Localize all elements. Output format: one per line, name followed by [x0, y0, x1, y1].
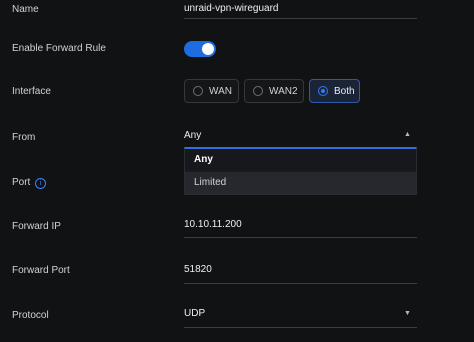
enable-forward-rule-label: Enable Forward Rule	[12, 43, 106, 54]
name-underline	[184, 18, 417, 19]
interface-option-both[interactable]: Both	[309, 79, 360, 103]
protocol-label: Protocol	[12, 310, 49, 321]
forward-port-underline	[184, 283, 417, 284]
info-icon[interactable]: i	[35, 178, 46, 189]
port-label: Port	[12, 177, 31, 188]
chevron-up-icon[interactable]: ▲	[404, 131, 411, 138]
interface-label: Interface	[12, 86, 51, 97]
interface-option-wan2[interactable]: WAN2	[244, 79, 304, 103]
interface-option-both-label: Both	[334, 85, 355, 97]
chevron-down-icon[interactable]: ▼	[404, 310, 411, 317]
forward-ip-underline	[184, 237, 417, 238]
name-label: Name	[12, 4, 39, 15]
from-label: From	[12, 132, 36, 143]
interface-option-wan[interactable]: WAN	[184, 79, 239, 103]
dropdown-option-limited[interactable]: Limited	[185, 172, 416, 194]
radio-dot	[253, 86, 263, 96]
from-select[interactable]: Any	[184, 130, 201, 141]
forward-port-input[interactable]: 51820	[184, 264, 212, 275]
forward-ip-input[interactable]: 10.10.11.200	[184, 219, 242, 230]
protocol-underline	[184, 327, 417, 328]
dropdown-option-any[interactable]: Any	[185, 149, 416, 171]
from-dropdown: Any Limited	[184, 147, 417, 195]
name-input[interactable]: unraid-vpn-wireguard	[184, 3, 279, 14]
enable-forward-rule-toggle[interactable]	[184, 41, 216, 57]
interface-option-wan-label: WAN	[209, 85, 232, 97]
radio-dot-selected	[318, 86, 328, 96]
radio-dot	[193, 86, 203, 96]
forward-port-label: Forward Port	[12, 265, 70, 276]
protocol-select[interactable]: UDP	[184, 308, 205, 319]
forward-ip-label: Forward IP	[12, 221, 61, 232]
interface-option-wan2-label: WAN2	[269, 85, 298, 97]
toggle-knob	[202, 43, 214, 55]
